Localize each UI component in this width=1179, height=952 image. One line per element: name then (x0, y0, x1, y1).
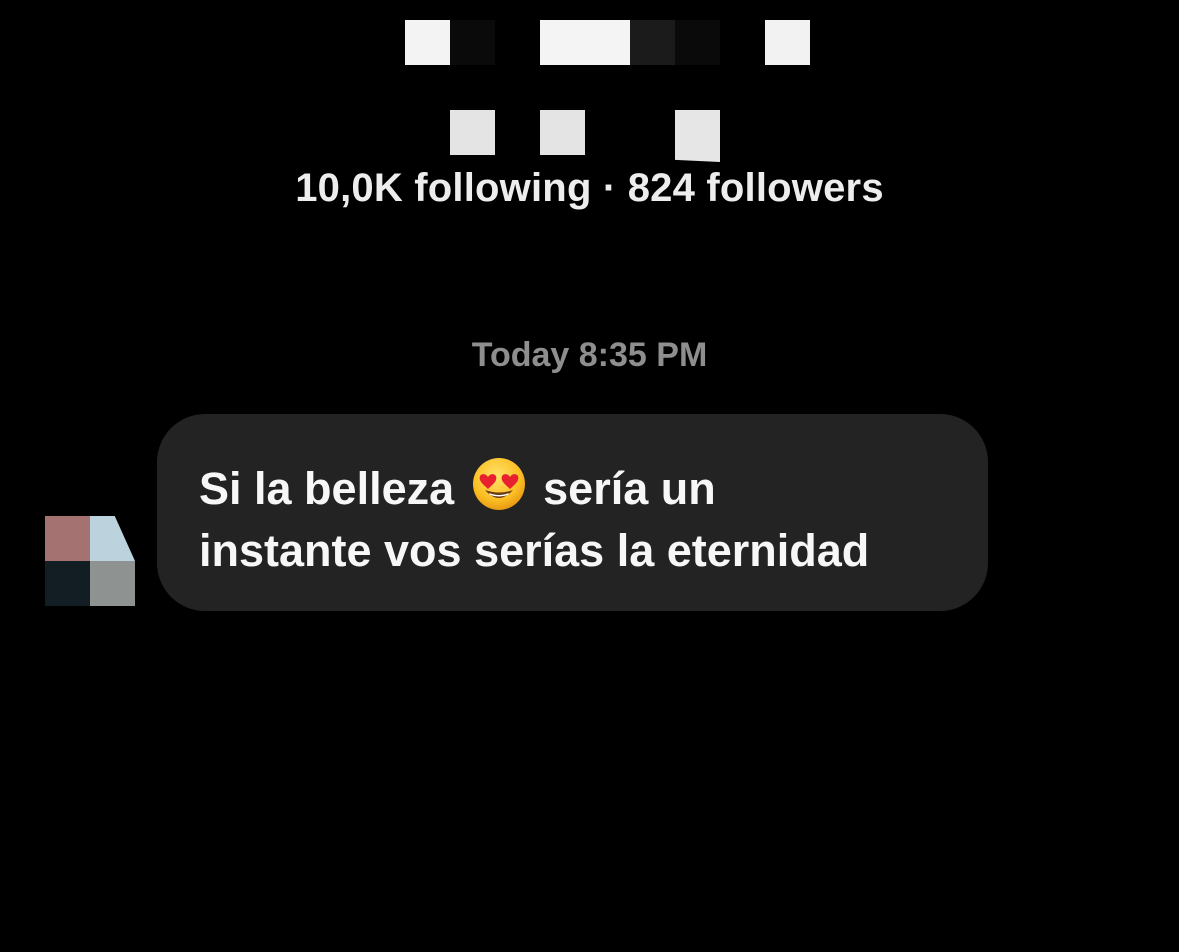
follow-stats: 10,0K following · 824 followers (295, 166, 884, 210)
message-text: Si la belleza sería un instante vos serí… (199, 456, 958, 582)
message-bubble[interactable]: Si la belleza sería un instante vos serí… (157, 414, 988, 611)
avatar[interactable] (45, 516, 135, 606)
message-timestamp: Today 8:35 PM (471, 336, 708, 374)
heart-eyes-emoji-icon (471, 456, 527, 512)
message-text-part2: sería un (543, 463, 716, 514)
message-text-part1: Si la belleza (199, 463, 455, 514)
message-text-line2: instante vos serías la eternidad (199, 525, 870, 576)
